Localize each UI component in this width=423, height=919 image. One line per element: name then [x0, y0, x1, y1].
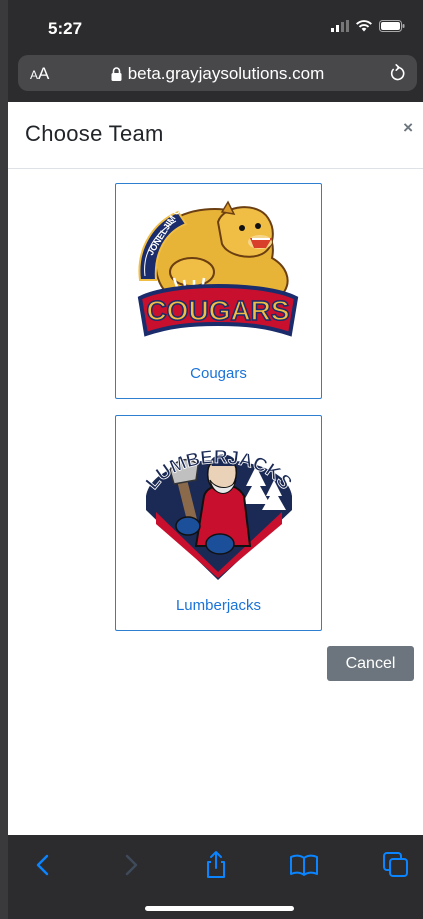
modal-header: Choose Team × [8, 102, 423, 169]
signal-icon [331, 20, 349, 32]
bookmarks-icon[interactable] [288, 849, 320, 881]
team-name-lumberjacks: Lumberjacks [175, 597, 262, 614]
share-icon[interactable] [200, 849, 232, 881]
close-button[interactable]: × [403, 118, 413, 138]
browser-toolbar [8, 835, 423, 919]
cougars-logo: JONELJIM GROUP COUGARS [137, 194, 299, 337]
reload-icon[interactable] [389, 63, 407, 83]
team-name-cougars: Cougars [190, 365, 247, 382]
battery-icon [379, 20, 405, 32]
wifi-icon [356, 20, 372, 32]
address-bar-area: AA beta.grayjaysolutions.com [8, 46, 423, 102]
status-bar: 5:27 [8, 0, 423, 46]
forward-icon[interactable] [114, 849, 146, 881]
team-card-cougars[interactable]: JONELJIM GROUP COUGARS Cougars [115, 183, 322, 399]
back-icon[interactable] [28, 849, 60, 881]
status-icons [331, 20, 405, 32]
lock-icon [111, 67, 122, 81]
team-card-lumberjacks[interactable]: LUMBERJACKS Lumberjacks [115, 415, 322, 631]
cancel-button[interactable]: Cancel [327, 646, 414, 681]
tabs-icon[interactable] [380, 849, 412, 881]
lumberjacks-logo: LUMBERJACKS [142, 447, 296, 580]
modal-title: Choose Team [25, 121, 164, 146]
address-bar[interactable]: AA beta.grayjaysolutions.com [18, 55, 417, 91]
url-text: beta.grayjaysolutions.com [127, 64, 325, 83]
status-time: 5:27 [48, 19, 83, 38]
url-display[interactable]: beta.grayjaysolutions.com [18, 64, 417, 84]
home-indicator [145, 906, 294, 911]
cougars-logo-wordmark: COUGARS [146, 295, 289, 326]
browser-window: 5:27 AA beta.grayjaysolutions.com Choose… [8, 0, 423, 919]
